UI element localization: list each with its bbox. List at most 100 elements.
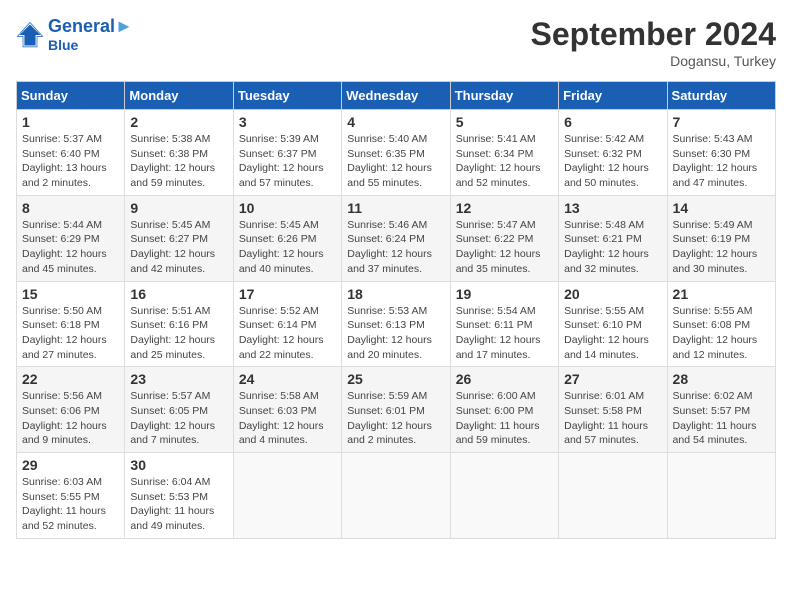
day-info: Sunrise: 5:41 AM Sunset: 6:34 PM Dayligh… [456, 132, 553, 191]
table-row: 3 Sunrise: 5:39 AM Sunset: 6:37 PM Dayli… [233, 110, 341, 196]
day-info: Sunrise: 5:49 AM Sunset: 6:19 PM Dayligh… [673, 218, 770, 277]
day-info: Sunrise: 5:43 AM Sunset: 6:30 PM Dayligh… [673, 132, 770, 191]
table-row: 27 Sunrise: 6:01 AM Sunset: 5:58 PM Dayl… [559, 367, 667, 453]
day-number: 7 [673, 114, 770, 130]
day-info: Sunrise: 5:55 AM Sunset: 6:08 PM Dayligh… [673, 304, 770, 363]
day-number: 28 [673, 371, 770, 387]
day-number: 15 [22, 286, 119, 302]
calendar-week-row: 22 Sunrise: 5:56 AM Sunset: 6:06 PM Dayl… [17, 367, 776, 453]
day-number: 3 [239, 114, 336, 130]
calendar-table: Sunday Monday Tuesday Wednesday Thursday… [16, 81, 776, 539]
table-row: 16 Sunrise: 5:51 AM Sunset: 6:16 PM Dayl… [125, 281, 233, 367]
day-info: Sunrise: 5:45 AM Sunset: 6:27 PM Dayligh… [130, 218, 227, 277]
day-info: Sunrise: 5:47 AM Sunset: 6:22 PM Dayligh… [456, 218, 553, 277]
table-row: 2 Sunrise: 5:38 AM Sunset: 6:38 PM Dayli… [125, 110, 233, 196]
header-wednesday: Wednesday [342, 82, 450, 110]
table-row: 25 Sunrise: 5:59 AM Sunset: 6:01 PM Dayl… [342, 367, 450, 453]
day-info: Sunrise: 6:01 AM Sunset: 5:58 PM Dayligh… [564, 389, 661, 448]
header-thursday: Thursday [450, 82, 558, 110]
day-number: 8 [22, 200, 119, 216]
day-info: Sunrise: 5:56 AM Sunset: 6:06 PM Dayligh… [22, 389, 119, 448]
header-saturday: Saturday [667, 82, 775, 110]
day-number: 21 [673, 286, 770, 302]
day-info: Sunrise: 5:39 AM Sunset: 6:37 PM Dayligh… [239, 132, 336, 191]
day-info: Sunrise: 5:38 AM Sunset: 6:38 PM Dayligh… [130, 132, 227, 191]
day-info: Sunrise: 5:52 AM Sunset: 6:14 PM Dayligh… [239, 304, 336, 363]
table-row: 4 Sunrise: 5:40 AM Sunset: 6:35 PM Dayli… [342, 110, 450, 196]
day-number: 19 [456, 286, 553, 302]
calendar-week-row: 15 Sunrise: 5:50 AM Sunset: 6:18 PM Dayl… [17, 281, 776, 367]
day-info: Sunrise: 5:51 AM Sunset: 6:16 PM Dayligh… [130, 304, 227, 363]
day-number: 25 [347, 371, 444, 387]
header-friday: Friday [559, 82, 667, 110]
table-row: 10 Sunrise: 5:45 AM Sunset: 6:26 PM Dayl… [233, 195, 341, 281]
day-info: Sunrise: 6:00 AM Sunset: 6:00 PM Dayligh… [456, 389, 553, 448]
table-row: 11 Sunrise: 5:46 AM Sunset: 6:24 PM Dayl… [342, 195, 450, 281]
day-info: Sunrise: 5:48 AM Sunset: 6:21 PM Dayligh… [564, 218, 661, 277]
day-number: 23 [130, 371, 227, 387]
day-number: 6 [564, 114, 661, 130]
table-row [342, 453, 450, 539]
day-number: 9 [130, 200, 227, 216]
day-info: Sunrise: 5:54 AM Sunset: 6:11 PM Dayligh… [456, 304, 553, 363]
day-info: Sunrise: 5:40 AM Sunset: 6:35 PM Dayligh… [347, 132, 444, 191]
header-sunday: Sunday [17, 82, 125, 110]
day-number: 29 [22, 457, 119, 473]
table-row: 6 Sunrise: 5:42 AM Sunset: 6:32 PM Dayli… [559, 110, 667, 196]
day-number: 1 [22, 114, 119, 130]
logo-icon [16, 21, 44, 49]
page-header: General► Blue September 2024 Dogansu, Tu… [16, 16, 776, 69]
day-info: Sunrise: 5:53 AM Sunset: 6:13 PM Dayligh… [347, 304, 444, 363]
table-row: 15 Sunrise: 5:50 AM Sunset: 6:18 PM Dayl… [17, 281, 125, 367]
day-number: 26 [456, 371, 553, 387]
table-row: 22 Sunrise: 5:56 AM Sunset: 6:06 PM Dayl… [17, 367, 125, 453]
table-row [667, 453, 775, 539]
table-row: 1 Sunrise: 5:37 AM Sunset: 6:40 PM Dayli… [17, 110, 125, 196]
header-monday: Monday [125, 82, 233, 110]
day-number: 13 [564, 200, 661, 216]
calendar-week-row: 8 Sunrise: 5:44 AM Sunset: 6:29 PM Dayli… [17, 195, 776, 281]
day-number: 17 [239, 286, 336, 302]
table-row [559, 453, 667, 539]
table-row: 9 Sunrise: 5:45 AM Sunset: 6:27 PM Dayli… [125, 195, 233, 281]
day-number: 24 [239, 371, 336, 387]
table-row: 19 Sunrise: 5:54 AM Sunset: 6:11 PM Dayl… [450, 281, 558, 367]
day-number: 14 [673, 200, 770, 216]
day-number: 12 [456, 200, 553, 216]
day-info: Sunrise: 5:57 AM Sunset: 6:05 PM Dayligh… [130, 389, 227, 448]
day-number: 5 [456, 114, 553, 130]
table-row: 21 Sunrise: 5:55 AM Sunset: 6:08 PM Dayl… [667, 281, 775, 367]
table-row: 28 Sunrise: 6:02 AM Sunset: 5:57 PM Dayl… [667, 367, 775, 453]
day-number: 2 [130, 114, 227, 130]
table-row: 29 Sunrise: 6:03 AM Sunset: 5:55 PM Dayl… [17, 453, 125, 539]
logo-text: General► Blue [48, 16, 133, 53]
day-number: 16 [130, 286, 227, 302]
table-row: 5 Sunrise: 5:41 AM Sunset: 6:34 PM Dayli… [450, 110, 558, 196]
day-number: 30 [130, 457, 227, 473]
table-row: 7 Sunrise: 5:43 AM Sunset: 6:30 PM Dayli… [667, 110, 775, 196]
day-info: Sunrise: 5:50 AM Sunset: 6:18 PM Dayligh… [22, 304, 119, 363]
day-number: 22 [22, 371, 119, 387]
table-row: 8 Sunrise: 5:44 AM Sunset: 6:29 PM Dayli… [17, 195, 125, 281]
table-row: 13 Sunrise: 5:48 AM Sunset: 6:21 PM Dayl… [559, 195, 667, 281]
day-number: 18 [347, 286, 444, 302]
table-row: 23 Sunrise: 5:57 AM Sunset: 6:05 PM Dayl… [125, 367, 233, 453]
day-info: Sunrise: 6:04 AM Sunset: 5:53 PM Dayligh… [130, 475, 227, 534]
month-title: September 2024 [531, 16, 776, 53]
table-row: 30 Sunrise: 6:04 AM Sunset: 5:53 PM Dayl… [125, 453, 233, 539]
table-row: 17 Sunrise: 5:52 AM Sunset: 6:14 PM Dayl… [233, 281, 341, 367]
table-row: 20 Sunrise: 5:55 AM Sunset: 6:10 PM Dayl… [559, 281, 667, 367]
day-number: 10 [239, 200, 336, 216]
logo: General► Blue [16, 16, 133, 53]
day-number: 27 [564, 371, 661, 387]
day-number: 4 [347, 114, 444, 130]
day-info: Sunrise: 5:58 AM Sunset: 6:03 PM Dayligh… [239, 389, 336, 448]
table-row: 12 Sunrise: 5:47 AM Sunset: 6:22 PM Dayl… [450, 195, 558, 281]
table-row: 26 Sunrise: 6:00 AM Sunset: 6:00 PM Dayl… [450, 367, 558, 453]
day-info: Sunrise: 6:02 AM Sunset: 5:57 PM Dayligh… [673, 389, 770, 448]
calendar-week-row: 29 Sunrise: 6:03 AM Sunset: 5:55 PM Dayl… [17, 453, 776, 539]
day-info: Sunrise: 5:45 AM Sunset: 6:26 PM Dayligh… [239, 218, 336, 277]
day-info: Sunrise: 5:37 AM Sunset: 6:40 PM Dayligh… [22, 132, 119, 191]
table-row: 24 Sunrise: 5:58 AM Sunset: 6:03 PM Dayl… [233, 367, 341, 453]
day-info: Sunrise: 5:44 AM Sunset: 6:29 PM Dayligh… [22, 218, 119, 277]
